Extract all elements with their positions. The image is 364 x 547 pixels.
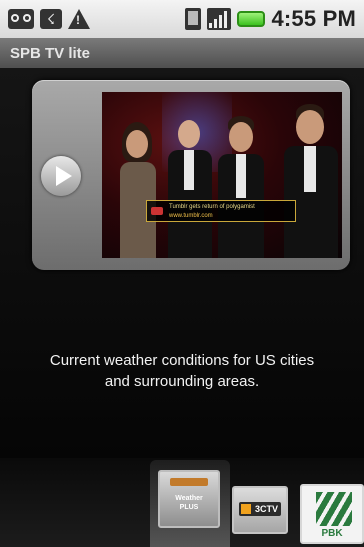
channel-description: Current weather conditions for US cities… [0,350,364,392]
battery-icon [237,11,266,27]
signal-icon [207,8,232,30]
warning-icon: ! [68,9,90,29]
status-bar: ☇ ! 4:55 PM [0,0,364,38]
person-woman [112,122,162,258]
person-man-glasses [164,114,214,258]
weather-label: Weather [175,495,203,502]
person-man-right [278,104,340,258]
weather-logo-icon [170,478,208,486]
notification-icons[interactable]: ☇ ! [8,9,90,29]
channel-preview[interactable]: Tumblr gets return of polygamist www.tum… [32,80,350,270]
person-man-center [214,116,268,258]
channel-3ctv[interactable]: 3CTV [232,486,288,534]
app-title-bar: SPB TV lite [0,38,364,68]
weather-logo-text: Weather PLUS [160,494,218,512]
app-screen: ☇ ! 4:55 PM SPB TV lite Tumblr gets retu… [0,0,364,547]
video-thumbnail[interactable]: Tumblr gets return of polygamist www.tum… [102,92,342,258]
clock: 4:55 PM [271,6,356,31]
pbk-logo-icon [316,492,352,526]
pbk-label: PBK [321,528,343,539]
usb-icon: ☇ [40,9,62,29]
weather-plus-label: PLUS [179,504,199,511]
description-line-2: and surrounding areas. [104,373,260,390]
3ctv-logo: 3CTV [239,502,281,516]
3ctv-label: 3CTV [255,504,279,514]
vibrate-icon [185,8,202,30]
ticker-url: www.tumblr.com [169,213,213,219]
system-icons: 4:55 PM [185,6,356,32]
ticker-headline: Tumblr gets return of polygamist [169,204,255,210]
channel-carousel[interactable]: Weather PLUS 3CTV PBK [0,458,364,547]
main-content: Tumblr gets return of polygamist www.tum… [0,68,364,458]
channel-weatherplus[interactable]: Weather PLUS [158,470,220,528]
voicemail-icon [8,9,34,29]
channel-pbk[interactable]: PBK [300,484,364,544]
play-icon[interactable] [41,156,81,196]
app-title: SPB TV lite [10,44,91,62]
news-ticker: Tumblr gets return of polygamist www.tum… [146,200,296,222]
description-line-1: Current weather conditions for US cities [49,352,315,369]
